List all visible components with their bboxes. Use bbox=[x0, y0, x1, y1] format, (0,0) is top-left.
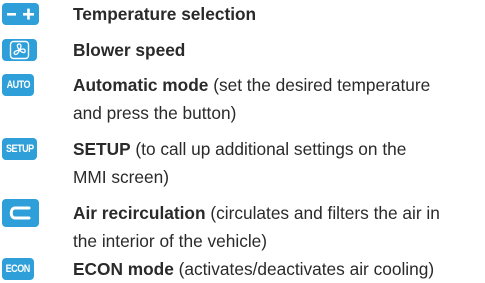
auto-icon: AUTO bbox=[2, 74, 34, 96]
control-legend-list: Temperature selection Blower speed AUTO … bbox=[0, 0, 485, 283]
item-description: (activates/deactivates air cooling) bbox=[173, 259, 435, 279]
setup-icon-label: SETUP bbox=[5, 142, 34, 155]
auto-icon-label: AUTO bbox=[6, 78, 30, 91]
fan-icon bbox=[2, 39, 37, 61]
item-description: (circulates and filters the air in bbox=[205, 203, 440, 223]
item-description-continued: MMI screen) bbox=[73, 167, 170, 187]
item-title: Temperature selection bbox=[73, 4, 257, 24]
item-text: ECON mode (activates/deactivates air coo… bbox=[73, 255, 485, 283]
item-title: Blower speed bbox=[73, 40, 186, 60]
setup-icon: SETUP bbox=[2, 138, 37, 160]
item-description-continued: and press the button) bbox=[73, 103, 237, 123]
item-title: Air recirculation bbox=[73, 203, 206, 223]
item-text: Blower speed bbox=[73, 36, 485, 64]
item-title: ECON mode bbox=[73, 259, 174, 279]
item-text: Automatic mode (set the desired temperat… bbox=[73, 71, 485, 127]
item-title: Automatic mode bbox=[73, 75, 209, 95]
item-description: (to call up additional settings on the bbox=[130, 139, 407, 159]
econ-icon-label: ECON bbox=[5, 262, 31, 275]
item-text: Air recirculation (circulates and filter… bbox=[73, 199, 485, 255]
item-text: SETUP (to call up additional settings on… bbox=[73, 135, 485, 191]
econ-icon: ECON bbox=[2, 258, 34, 280]
item-title: SETUP bbox=[73, 139, 131, 159]
item-description: (set the desired temperature bbox=[208, 75, 431, 95]
item-description-continued: the interior of the vehicle) bbox=[73, 231, 268, 251]
minus-plus-icon bbox=[2, 3, 39, 25]
recirculation-icon bbox=[2, 199, 39, 227]
item-text: Temperature selection bbox=[73, 0, 485, 28]
